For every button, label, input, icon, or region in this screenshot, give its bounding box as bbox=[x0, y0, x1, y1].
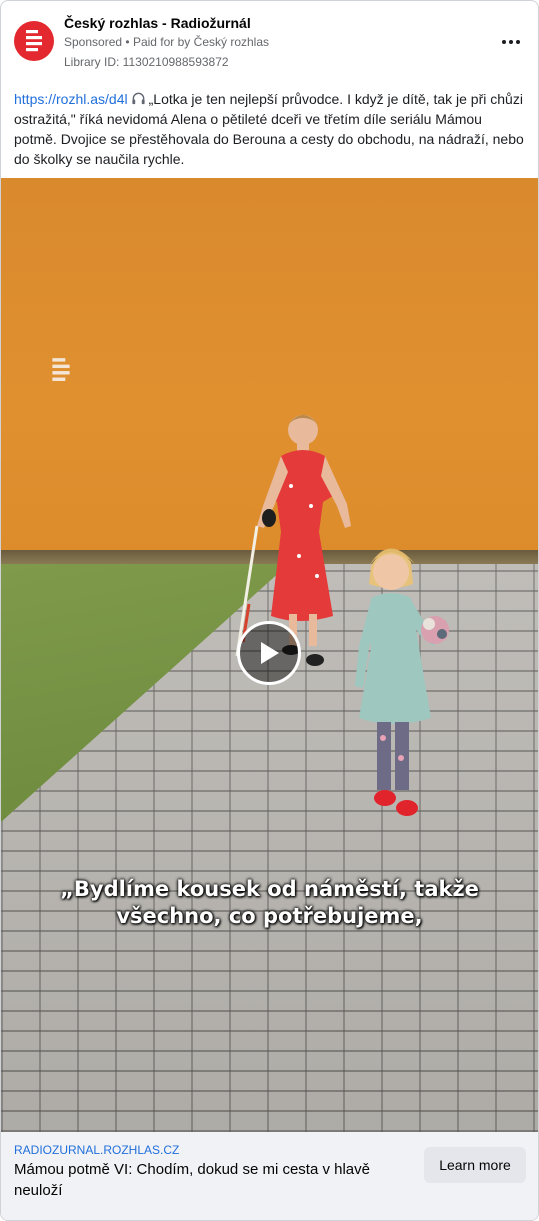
play-icon bbox=[261, 642, 279, 664]
sponsored-line: Sponsored • Paid for by Český rozhlas bbox=[64, 35, 269, 49]
post-body: https://rozhl.as/d4l „Lotka je ten nejlep… bbox=[14, 89, 524, 169]
cesky-rozhlas-logo-icon bbox=[26, 30, 42, 52]
post-link[interactable]: https://rozhl.as/d4l bbox=[14, 91, 128, 107]
video-subtitle: „Bydlíme kousek od náměstí, takže všechn… bbox=[1, 876, 538, 930]
girl-figure bbox=[355, 548, 449, 816]
separator-dot: • bbox=[125, 35, 133, 49]
video-watermark-icon bbox=[52, 358, 70, 381]
video-player[interactable]: „Bydlíme kousek od náměstí, takže všechn… bbox=[1, 178, 538, 1132]
more-dot bbox=[509, 40, 513, 44]
ad-card: Český rozhlas - Radiožurnál Sponsored • … bbox=[0, 0, 539, 1221]
video-subtitle-line2: všechno, co potřebujeme, bbox=[116, 904, 423, 928]
paid-for-prefix: Paid for by bbox=[132, 35, 191, 49]
video-subtitle-line1: „Bydlíme kousek od náměstí, takže bbox=[60, 877, 479, 901]
more-options-button[interactable] bbox=[498, 31, 524, 53]
more-dots-icon bbox=[502, 40, 506, 44]
more-dot bbox=[516, 40, 520, 44]
sponsored-label: Sponsored bbox=[64, 35, 123, 49]
learn-more-button[interactable]: Learn more bbox=[424, 1147, 526, 1183]
avatar[interactable] bbox=[14, 21, 54, 61]
link-domain: RADIOZURNAL.ROZHLAS.CZ bbox=[14, 1143, 180, 1157]
link-title[interactable]: Mámou potmě VI: Chodím, dokud se mi cest… bbox=[14, 1159, 404, 1201]
library-id: Library ID: 1130210988593872 bbox=[64, 55, 229, 69]
advertiser-name: Český rozhlas bbox=[193, 35, 270, 49]
post-header: Český rozhlas - Radiožurnál Sponsored • … bbox=[1, 1, 538, 85]
link-preview[interactable]: RADIOZURNAL.ROZHLAS.CZ Mámou potmě VI: C… bbox=[1, 1132, 538, 1220]
page-name-link[interactable]: Český rozhlas - Radiožurnál bbox=[64, 15, 251, 31]
play-button[interactable] bbox=[237, 621, 301, 685]
headphones-icon bbox=[132, 92, 145, 105]
